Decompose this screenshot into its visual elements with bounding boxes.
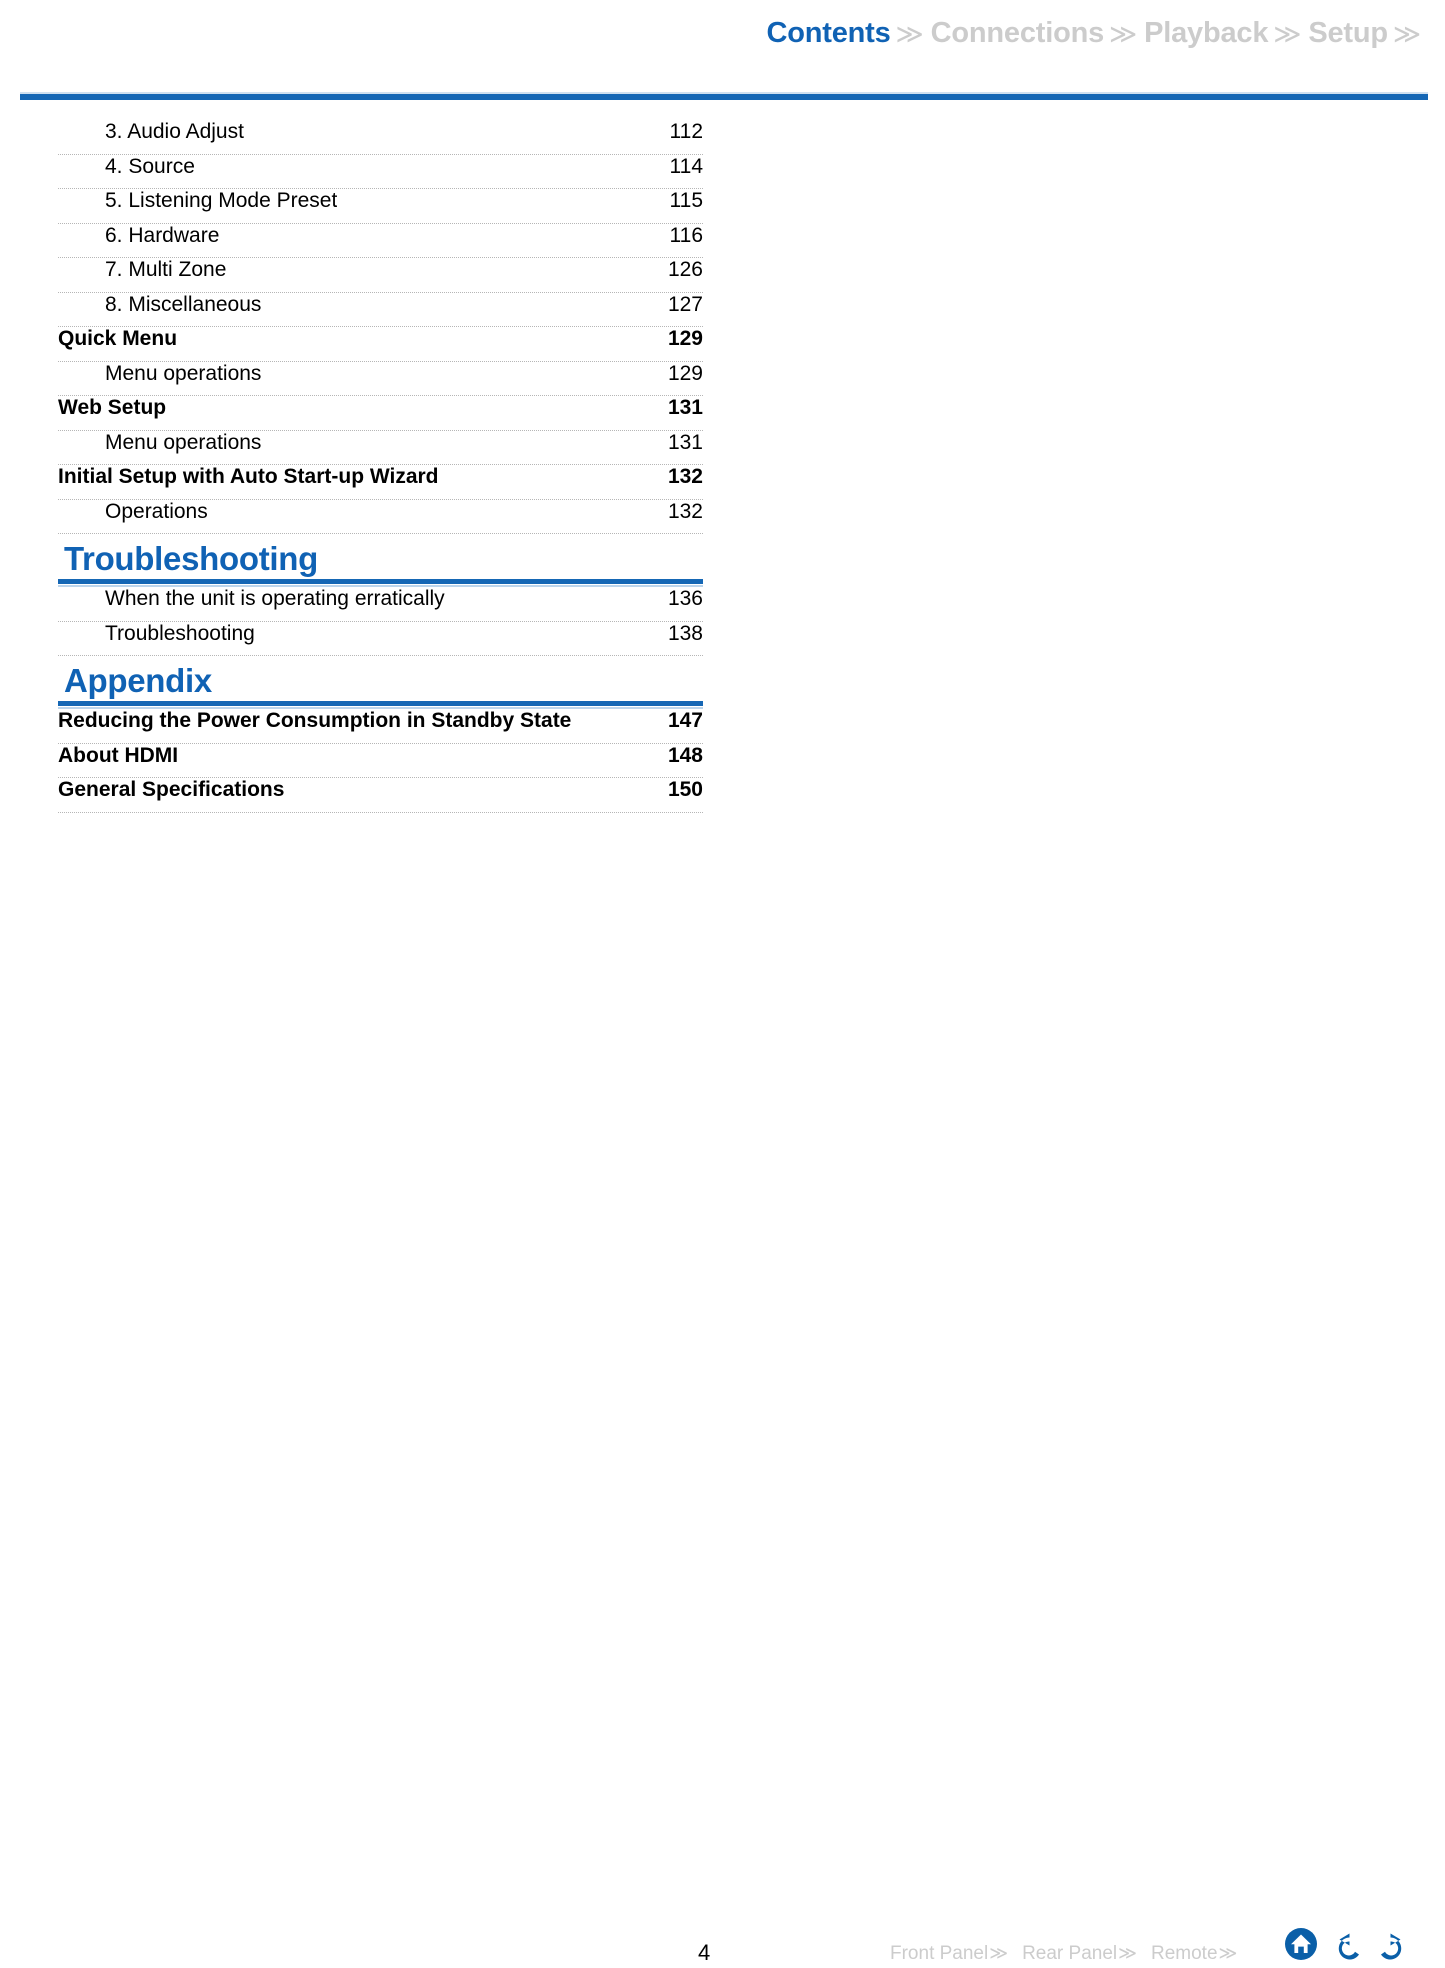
toc-entry-title: Reducing the Power Consumption in Standb… bbox=[58, 709, 572, 732]
toc-entry-title: Web Setup bbox=[58, 396, 167, 419]
toc-entry-page: 136 bbox=[667, 587, 703, 610]
section-rule-thick bbox=[58, 579, 703, 584]
home-icon[interactable] bbox=[1282, 1925, 1320, 1963]
toc-entry[interactable]: Operations 132 bbox=[58, 499, 703, 534]
toc-entry[interactable]: 6. Hardware 116 bbox=[58, 223, 703, 258]
toc-entry-title: General Specifications bbox=[58, 778, 285, 801]
footer-link-rear-panel[interactable]: Rear Panel ≫ bbox=[1022, 1943, 1137, 1965]
toc-entry-title: Troubleshooting bbox=[105, 621, 255, 645]
toc-entry-page: 127 bbox=[667, 292, 703, 316]
header-divider-rule bbox=[20, 92, 1428, 102]
toc-entry-title: About HDMI bbox=[58, 743, 179, 767]
toc-entry-page: 138 bbox=[667, 621, 703, 645]
top-nav-item-label: Contents bbox=[766, 16, 891, 49]
footer-icon-buttons bbox=[1282, 1925, 1412, 1963]
toc-entry-page: 116 bbox=[669, 223, 703, 247]
toc-entry-title: 4. Source bbox=[105, 154, 195, 178]
toc-entry-title: Menu operations bbox=[105, 361, 262, 385]
chevron-right-double-icon: ≫ bbox=[1392, 18, 1421, 49]
footer-link-label: Rear Panel bbox=[1022, 1943, 1118, 1964]
toc-entry-page: 132 bbox=[667, 499, 703, 523]
toc-entry-page: 150 bbox=[667, 778, 703, 801]
toc-entry[interactable]: 3. Audio Adjust 112 bbox=[58, 120, 703, 155]
forward-arrow-icon[interactable] bbox=[1374, 1925, 1412, 1963]
toc-entry-title: 5. Listening Mode Preset bbox=[105, 189, 338, 212]
footer-link-remote[interactable]: Remote ≫ bbox=[1151, 1943, 1237, 1965]
top-nav-item-label: Connections bbox=[930, 16, 1105, 49]
toc-entry[interactable]: Web Setup 131 bbox=[58, 396, 703, 431]
toc-entry[interactable]: Troubleshooting 138 bbox=[58, 621, 703, 656]
toc-entry-page: 148 bbox=[667, 743, 703, 767]
toc-entry[interactable]: Reducing the Power Consumption in Standb… bbox=[58, 709, 703, 744]
footer-navigation-links: Front Panel ≫ Rear Panel ≫ Remote ≫ bbox=[890, 1943, 1251, 1965]
top-navigation-bar: Contents ≫ Connections ≫ Playback ≫ Setup ≫ bbox=[0, 0, 1445, 66]
toc-entry[interactable]: 7. Multi Zone 126 bbox=[58, 258, 703, 293]
chevron-right-double-icon: ≫ bbox=[895, 18, 924, 49]
header-rule-thick bbox=[20, 94, 1428, 100]
toc-entry[interactable]: When the unit is operating erratically 13… bbox=[58, 587, 703, 622]
toc-entry-page: 147 bbox=[667, 709, 703, 732]
toc-entry-page: 112 bbox=[669, 120, 703, 143]
toc-entry-page: 129 bbox=[667, 327, 703, 350]
toc-entry-title: 3. Audio Adjust bbox=[105, 120, 244, 143]
toc-entry-page: 131 bbox=[667, 396, 703, 419]
toc-entry-title: Menu operations bbox=[105, 430, 262, 454]
toc-entry[interactable]: Menu operations 129 bbox=[58, 361, 703, 396]
toc-section-heading[interactable]: Appendix bbox=[58, 662, 703, 709]
toc-entry[interactable]: 8. Miscellaneous 127 bbox=[58, 292, 703, 327]
toc-entry[interactable]: 5. Listening Mode Preset 115 bbox=[58, 189, 703, 224]
toc-entry-page: 115 bbox=[669, 189, 703, 212]
chevron-right-double-icon: ≫ bbox=[1109, 18, 1138, 49]
page-number: 4 bbox=[698, 1940, 711, 1965]
toc-section-title: Appendix bbox=[64, 662, 212, 699]
toc-section-heading[interactable]: Troubleshooting bbox=[58, 540, 703, 587]
footer-link-front-panel[interactable]: Front Panel ≫ bbox=[890, 1943, 1008, 1965]
toc-entry-title: Operations bbox=[105, 499, 208, 523]
toc-entry[interactable]: Initial Setup with Auto Start-up Wizard 1… bbox=[58, 465, 703, 500]
footer-link-label: Front Panel bbox=[890, 1943, 989, 1964]
toc-entry[interactable]: General Specifications 150 bbox=[58, 778, 703, 813]
toc-entry-title: 7. Multi Zone bbox=[105, 258, 227, 281]
top-nav-item-contents[interactable]: Contents ≫ bbox=[766, 17, 930, 50]
toc-entry-page: 132 bbox=[667, 465, 703, 488]
toc-entry[interactable]: Quick Menu 129 bbox=[58, 327, 703, 362]
chevron-right-double-icon: ≫ bbox=[989, 1943, 1009, 1963]
toc-entry[interactable]: Menu operations 131 bbox=[58, 430, 703, 465]
toc-entry-title: Initial Setup with Auto Start-up Wizard bbox=[58, 465, 439, 488]
toc-entry-page: 129 bbox=[667, 361, 703, 385]
toc-entry-page: 114 bbox=[669, 154, 703, 178]
chevron-right-double-icon: ≫ bbox=[1273, 18, 1302, 49]
toc-entry[interactable]: About HDMI 148 bbox=[58, 743, 703, 778]
toc-entry[interactable]: 4. Source 114 bbox=[58, 154, 703, 189]
toc-entry-title: Quick Menu bbox=[58, 327, 178, 350]
toc-entry-title: 6. Hardware bbox=[105, 223, 220, 247]
toc-section-title: Troubleshooting bbox=[64, 540, 318, 577]
chevron-right-double-icon: ≫ bbox=[1118, 1943, 1137, 1963]
back-arrow-icon[interactable] bbox=[1328, 1925, 1366, 1963]
toc-entry-title: When the unit is operating erratically bbox=[105, 587, 445, 610]
toc-entry-page: 131 bbox=[667, 430, 703, 454]
chevron-right-double-icon: ≫ bbox=[1218, 1943, 1238, 1963]
toc-entry-page: 126 bbox=[667, 258, 703, 281]
top-nav-item-label: Playback bbox=[1144, 16, 1269, 49]
top-nav-item-connections[interactable]: Connections ≫ bbox=[931, 17, 1145, 50]
table-of-contents: 3. Audio Adjust 112 4. Source 114 5. Listeni… bbox=[58, 120, 703, 813]
footer-link-label: Remote bbox=[1150, 1943, 1218, 1964]
page-footer: 4 Front Panel ≫ Rear Panel ≫ Remote ≫ bbox=[0, 963, 1445, 1965]
top-nav-item-label: Setup bbox=[1308, 16, 1388, 49]
toc-entry-title: 8. Miscellaneous bbox=[105, 292, 262, 316]
top-nav-item-playback[interactable]: Playback ≫ bbox=[1144, 17, 1308, 50]
top-nav-item-setup[interactable]: Setup ≫ bbox=[1308, 17, 1428, 50]
section-rule-thick bbox=[58, 701, 703, 706]
